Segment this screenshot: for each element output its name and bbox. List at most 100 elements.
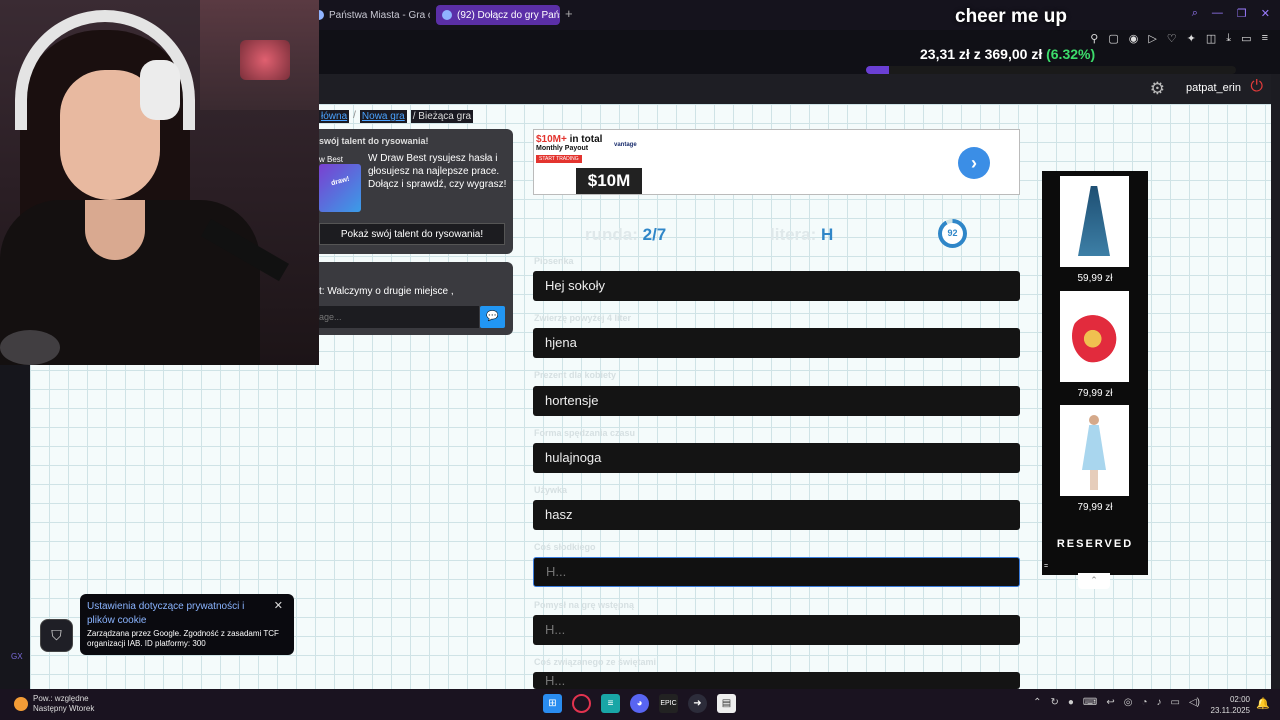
comment-icon[interactable]: 💬 [480,306,505,328]
site-header: ⚙ patpat_erin ⏻ [319,74,1271,104]
timer-value: 92 [942,223,963,244]
product-price: 59,99 zł [1077,273,1113,284]
tab-dolacz-do-gry[interactable]: (92) Dołącz do gry Państw [436,5,560,25]
promo-image: draw! [319,164,361,212]
letter-indicator: litera: H [770,225,834,244]
cheer-progress-fill [866,66,890,74]
discord-icon[interactable]: ◕ [630,694,649,713]
download-icon[interactable]: ⤓ [1226,32,1231,45]
heart-icon[interactable]: ♡ [1167,32,1177,45]
chat-input[interactable] [319,306,479,328]
category-label: Piosenka [534,256,574,266]
power-icon[interactable]: ⏻ [1250,78,1263,96]
opera-gx-icon[interactable] [572,694,591,713]
answer-input[interactable] [533,328,1020,358]
product-image-ball[interactable] [1060,291,1129,382]
category-label: Coś związanego ze świętami [534,657,657,667]
pin-icon[interactable]: ⚲ [1090,32,1098,45]
restore-icon[interactable]: ❐ [1237,7,1247,20]
breadcrumb-home[interactable]: łówna [319,110,350,123]
network-icon[interactable]: ◎ [1124,697,1133,708]
toolbar-icons: ⚲ ▢ ◉ ▷ ♡ ✦ ◫ ⤓ ▭ ≡ [1090,32,1268,45]
answer-input-focused[interactable] [533,557,1020,587]
username[interactable]: patpat_erin [1186,82,1241,94]
windows-start-icon[interactable]: ⊞ [543,694,562,713]
product-price: 79,99 zł [1077,388,1113,399]
chevron-up-icon[interactable]: ⌃ [1078,573,1110,589]
breadcrumb: łówna / Nowa gra / Bieżąca gra [319,110,474,123]
cookie-text: Zarządzana przez Google. Zgodność z zasa… [87,629,279,648]
snapshot-icon[interactable]: ▢ [1108,32,1118,45]
product-image-cape[interactable] [1060,176,1129,267]
answer-input[interactable] [533,386,1020,416]
window-controls: ⌕ — ❐ ✕ [1192,7,1270,20]
ad-banner[interactable]: $10M+ in total Monthly Payout vantage ST… [533,129,1020,195]
display-icon[interactable]: ▭ [1171,697,1180,708]
shop-ad[interactable]: 59,99 zł 79,99 zł 79,99 zł RESERVED [1042,171,1148,575]
cheer-progress-text: 23,31 zł z 369,00 zł (6.32%) [920,46,1096,62]
wifi-icon[interactable]: ◔ [1141,697,1147,708]
category-label: Prezent dla kobiety [534,370,617,380]
taskbar: Pow.: względne Następny Wtorek ⊞ ≡ ◕ EPI… [0,689,1280,720]
draw-best-promo: swój talent do rysowania! w Best draw! W… [319,129,513,254]
camera-icon[interactable]: ◉ [1129,32,1139,45]
minimize-icon[interactable]: — [1212,7,1223,20]
extensions-icon[interactable]: ✦ [1187,32,1196,45]
globe-icon [442,10,452,20]
chevron-up-icon[interactable]: ⌃ [1033,697,1041,708]
tab-panstwa-miasta[interactable]: Państwa Miasta - Gra onl [308,5,430,25]
plus-icon[interactable]: + [565,6,573,21]
chat-message: t: Walczymy o drugie miejsce , [319,286,454,297]
answer-input[interactable] [533,443,1020,473]
shield-icon[interactable]: ⛉ [40,619,73,652]
weather-widget[interactable]: Pow.: względne Następny Wtorek [14,694,94,714]
promo-button[interactable]: Pokaż swój talent do rysowania! [319,223,505,245]
category-label: Zwierzę powyżej 4 liter [534,313,632,323]
weather-icon [14,697,28,711]
timer-ring: 92 [938,219,967,248]
chat-panel: t: Walczymy o drugie miejsce , 💬 [319,262,513,335]
close-icon[interactable]: ✕ [1261,7,1270,20]
answer-input[interactable] [533,615,1020,645]
volume-icon[interactable]: ◁) [1189,697,1200,708]
taskbar-apps: ⊞ ≡ ◕ EPIC ➜ ▤ [543,694,736,713]
webcam-overlay [0,0,319,365]
chevron-right-icon[interactable]: › [958,147,990,179]
cookie-title[interactable]: Ustawienia dotyczące prywatności i plikó… [87,600,267,628]
file-icon[interactable]: ▤ [717,694,736,713]
menu-icon[interactable]: ≡ [1262,32,1268,45]
dot-icon[interactable]: ● [1068,697,1074,708]
notes-icon[interactable]: ≡ [601,694,620,713]
sync-icon[interactable]: ↻ [1050,697,1058,708]
close-icon[interactable]: ✕ [274,599,283,612]
product-image-dress[interactable] [1060,405,1129,496]
play-icon[interactable]: ▷ [1148,32,1156,45]
back-icon[interactable]: ↩ [1106,697,1114,708]
microphone-icon[interactable]: ♪ [1157,697,1162,708]
category-label: Pomysł na grę wstępną [534,600,635,610]
answer-input[interactable] [533,271,1020,301]
answer-input[interactable] [533,500,1020,530]
gear-icon[interactable]: ⚙ [1150,79,1165,99]
search-icon[interactable]: ⌕ [1192,7,1198,20]
clock[interactable]: 02:00 23.11.2025 [1211,694,1250,716]
category-label: Coś słodkiego [534,542,596,552]
wallet-icon[interactable]: ◫ [1206,32,1216,45]
notification-icon[interactable]: 🔔 [1256,697,1270,710]
category-label: Forma spędzania czasu [534,428,636,438]
cheer-title: cheer me up [955,6,1067,27]
system-tray: ⌃ ↻ ● ⌨ ↩ ◎ ◔ ♪ ▭ ◁) [1033,697,1200,708]
cheer-progress-bar [866,66,1236,74]
breadcrumb-new-game[interactable]: Nowa gra [359,110,407,123]
app-arrow-icon[interactable]: ➜ [688,694,707,713]
ad-image: $10M+ in total Monthly Payout vantage ST… [534,130,645,194]
sidebar-icon[interactable]: ▭ [1241,32,1251,45]
product-price: 79,99 zł [1077,502,1113,513]
category-label: Używka [534,485,568,495]
answer-input[interactable] [533,672,1020,689]
gx-label: GX [11,652,23,661]
breadcrumb-current: / Bieżąca gra [410,110,474,123]
page-scrollbar[interactable] [1271,74,1280,689]
keyboard-icon[interactable]: ⌨ [1083,697,1097,708]
epic-games-icon[interactable]: EPIC [659,694,678,713]
